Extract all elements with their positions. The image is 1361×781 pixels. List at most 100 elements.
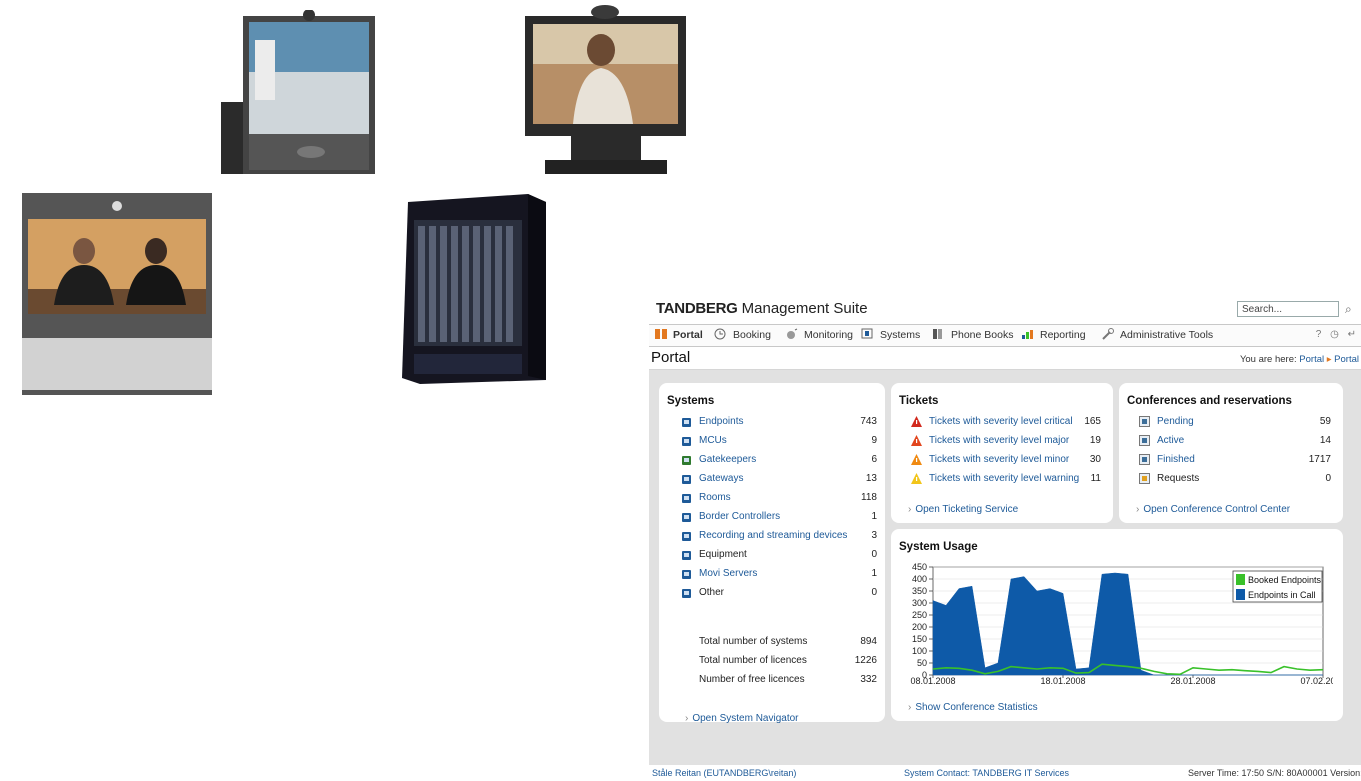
conferences-title: Conferences and reservations <box>1127 395 1292 407</box>
breadcrumb: You are here: Portal ▸ Portal <box>1239 354 1359 365</box>
breadcrumb-portal-current[interactable]: Portal <box>1334 354 1359 365</box>
y-tick-label: 50 <box>917 658 927 668</box>
systems-item-count: 9 <box>871 435 877 446</box>
y-tick-label: 200 <box>912 622 927 632</box>
conference-item[interactable]: Pending <box>1157 415 1194 429</box>
tickets-title: Tickets <box>899 395 939 407</box>
systems-item[interactable]: MCUs <box>699 434 727 448</box>
ticket-severity-link[interactable]: Tickets with severity level critical <box>929 415 1073 429</box>
total-systems-value: 894 <box>860 636 877 647</box>
warning-triangle-icon <box>911 454 922 465</box>
systems-item[interactable]: Endpoints <box>699 415 743 429</box>
recording-icon <box>681 531 692 542</box>
telepresence-room-image <box>22 193 212 395</box>
conferences-panel: Conferences and reservations Pending 59 Ac… <box>1119 383 1343 523</box>
help-settings-icons[interactable]: ? ◷ ↵ <box>1316 329 1359 340</box>
status-server-info: Server Time: 17:50 S/N: 80A00001 Version… <box>1188 768 1361 778</box>
open-ticketing-service-link[interactable]: Open Ticketing Service <box>908 504 1018 515</box>
systems-item: Other <box>699 587 725 598</box>
ticket-count: 30 <box>1089 454 1101 465</box>
breadcrumb-portal[interactable]: Portal <box>1299 354 1324 365</box>
gatekeeper-icon <box>681 455 692 466</box>
nav-booking[interactable]: Booking <box>714 328 771 343</box>
x-tick-label: 18.01.2008 <box>1040 676 1085 686</box>
conference-count: 0 <box>1325 473 1331 484</box>
systems-item[interactable]: Border Controllers <box>699 510 780 524</box>
systems-item-count: 0 <box>871 549 877 560</box>
systems-item[interactable]: Movi Servers <box>699 567 757 581</box>
conference-item[interactable]: Finished <box>1157 453 1195 467</box>
booking-clock-icon <box>714 328 728 340</box>
systems-item-count: 3 <box>871 530 877 541</box>
systems-item[interactable]: Gatekeepers <box>699 453 756 467</box>
show-conference-statistics-link[interactable]: Show Conference Statistics <box>908 702 1037 713</box>
systems-item-count: 13 <box>865 473 877 484</box>
status-system-contact[interactable]: System Contact: TANDBERG IT Services <box>904 768 1069 778</box>
systems-item-count: 118 <box>861 492 877 503</box>
systems-item-count: 1 <box>871 568 877 579</box>
movi-server-icon <box>681 569 692 580</box>
warning-triangle-icon <box>911 435 922 446</box>
wrench-icon <box>1101 328 1115 340</box>
nav-administrative-tools[interactable]: Administrative Tools <box>1101 328 1213 343</box>
systems-item[interactable]: Recording and streaming devices <box>699 529 847 543</box>
free-licences-value: 332 <box>860 674 877 685</box>
ticket-count: 165 <box>1084 416 1101 427</box>
search-icon[interactable]: ⌕ <box>1345 302 1352 317</box>
y-tick-label: 450 <box>912 562 927 572</box>
ticket-severity-link[interactable]: Tickets with severity level major <box>929 434 1069 448</box>
y-tick-label: 400 <box>912 574 927 584</box>
open-conference-control-center-link[interactable]: Open Conference Control Center <box>1136 504 1290 515</box>
status-user[interactable]: Ståle Reitan (EUTANDBERG\reitan) <box>652 768 796 778</box>
brand-bar: TANDBERG Management Suite Search... ⌕ <box>649 290 1361 324</box>
nav-phone-books[interactable]: Phone Books <box>932 328 1013 343</box>
conference-count: 14 <box>1319 435 1331 446</box>
border-controller-icon <box>681 512 692 523</box>
conference-count: 59 <box>1319 416 1331 427</box>
conference-count: 1717 <box>1308 454 1331 465</box>
x-tick-label: 28.01.2008 <box>1170 676 1215 686</box>
portal-icon <box>654 328 668 340</box>
systems-item-count: 743 <box>860 416 877 427</box>
dashboard-body: Systems Endpoints 743 MCUs 9 Gatekeepers 6 Gat… <box>649 370 1361 765</box>
finished-icon <box>1139 454 1150 465</box>
nav-monitoring[interactable]: Monitoring <box>785 328 853 343</box>
phone-books-icon <box>932 328 946 340</box>
x-tick-label: 08.01.2008 <box>910 676 955 686</box>
warning-triangle-icon <box>911 416 922 427</box>
systems-panel: Systems Endpoints 743 MCUs 9 Gatekeepers 6 Gat… <box>659 383 885 724</box>
systems-item[interactable]: Gateways <box>699 472 743 486</box>
search-input[interactable]: Search... <box>1237 301 1339 317</box>
conference-item[interactable]: Active <box>1157 434 1184 448</box>
legend-swatch <box>1236 574 1245 585</box>
y-tick-label: 350 <box>912 586 927 596</box>
ticket-severity-link[interactable]: Tickets with severity level minor <box>929 453 1069 467</box>
systems-item-count: 6 <box>871 454 877 465</box>
systems-item[interactable]: Rooms <box>699 491 731 505</box>
nav-systems[interactable]: Systems <box>861 328 920 343</box>
systems-item-count: 0 <box>871 587 877 598</box>
conference-item: Requests <box>1157 473 1200 484</box>
status-bar: Ståle Reitan (EUTANDBERG\reitan) System … <box>649 767 1361 781</box>
warning-triangle-icon <box>911 473 922 484</box>
systems-item: Equipment <box>699 549 747 560</box>
mcu-rack-image <box>400 192 548 386</box>
app-brand: TANDBERG Management Suite <box>656 300 868 317</box>
systems-item-count: 1 <box>871 511 877 522</box>
page-title: Portal <box>651 349 691 366</box>
nav-portal[interactable]: Portal <box>654 328 703 343</box>
other-icon <box>681 588 692 599</box>
nav-reporting[interactable]: Reporting <box>1021 328 1086 343</box>
video-display-image <box>523 2 688 177</box>
y-tick-label: 150 <box>912 634 927 644</box>
room-icon <box>681 493 692 504</box>
legend-label: Endpoints in Call <box>1248 590 1316 600</box>
y-tick-label: 250 <box>912 610 927 620</box>
equipment-icon <box>681 550 692 561</box>
ticket-count: 11 <box>1090 473 1101 484</box>
system-usage-title: System Usage <box>899 541 978 553</box>
total-licences-value: 1226 <box>854 655 877 666</box>
ticket-severity-link[interactable]: Tickets with severity level warning <box>929 472 1079 486</box>
active-icon <box>1139 435 1150 446</box>
open-system-navigator-link[interactable]: Open System Navigator <box>685 713 798 724</box>
